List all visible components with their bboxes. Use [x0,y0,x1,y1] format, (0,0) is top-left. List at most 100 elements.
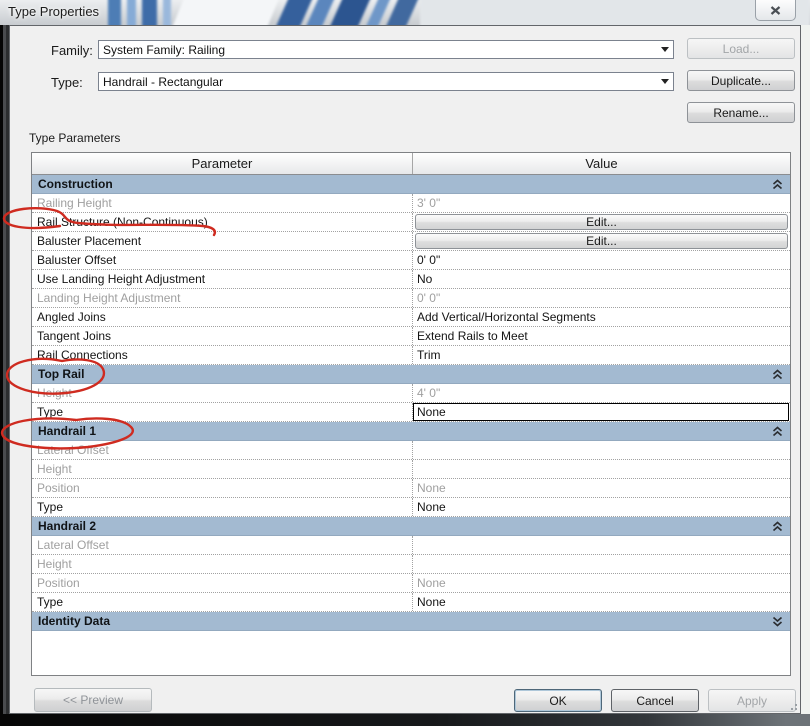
background-edge-bottom [0,714,810,726]
table-row-handrail-1-type: Type None [32,498,790,517]
family-dropdown[interactable]: System Family: Railing [98,40,674,59]
value-text: None [417,595,446,609]
parameter-name: Rail Structure (Non-Continuous) [37,215,208,229]
window-title: Type Properties [8,4,100,19]
edit-button-rail-structure-non-continuous[interactable]: Edit... [415,214,788,230]
table-row-construction-tangent-joins: Tangent Joins Extend Rails to Meet [32,327,790,346]
titlebar: Type Properties [0,0,810,25]
preview-button[interactable]: << Preview [34,688,152,712]
value-text: 0' 0" [417,253,441,267]
table-row-top-rail-height: Height 4' 0" [32,384,790,403]
parameter-table: Parameter Value Construction Railing Heig… [31,152,791,676]
value-text: Add Vertical/Horizontal Segments [417,310,596,324]
parameter-name: Position [37,481,80,495]
parameter-value-tangent-joins[interactable]: Extend Rails to Meet [412,327,790,345]
parameter-value-use-landing-height-adjustment[interactable]: No [412,270,790,288]
type-dropdown[interactable]: Handrail - Rectangular [98,72,674,91]
edit-button-baluster-placement[interactable]: Edit... [415,233,788,249]
section-header-handrail-2[interactable]: Handrail 2 [32,517,790,536]
ok-button[interactable]: OK [514,689,602,712]
parameter-name: Type [37,405,64,419]
section-header-top-rail[interactable]: Top Rail [32,365,790,384]
section-title: Identity Data [38,614,111,628]
section-header-construction[interactable]: Construction [32,175,790,194]
chevron-up-double-icon [772,369,783,380]
background-edge-left [0,25,9,714]
value-text: 4' 0" [417,386,441,400]
close-icon [770,5,781,15]
section-title: Construction [38,177,113,191]
duplicate-button[interactable]: Duplicate... [687,70,795,91]
parameter-name: Lateral Offset [37,538,109,552]
value-text: None [417,500,446,514]
parameter-value-type[interactable]: None [412,403,790,421]
column-header-parameter: Parameter [191,156,253,171]
parameter-value-lateral-offset [412,441,790,459]
parameter-value-type[interactable]: None [412,593,790,611]
parameter-name: Tangent Joins [37,329,112,343]
parameter-name: Railing Height [37,196,112,210]
table-row-handrail-1-lateral-offset: Lateral Offset [32,441,790,460]
parameter-value-position: None [412,574,790,592]
parameter-value-landing-height-adjustment: 0' 0" [412,289,790,307]
type-parameters-caption: Type Parameters [29,131,121,145]
parameter-value-baluster-placement: Edit... [412,232,790,250]
parameter-value-baluster-offset[interactable]: 0' 0" [412,251,790,269]
section-header-identity-data[interactable]: Identity Data [32,612,790,631]
value-text: None [417,481,446,495]
parameter-value-rail-connections[interactable]: Trim [412,346,790,364]
cancel-button[interactable]: Cancel [611,689,699,712]
table-row-construction-landing-height-adjustment: Landing Height Adjustment 0' 0" [32,289,790,308]
table-header-row: Parameter Value [32,153,790,175]
type-label: Type: [51,75,83,90]
section-title: Handrail 1 [38,424,97,438]
family-label: Family: [51,43,93,58]
parameter-name: Landing Height Adjustment [37,291,181,305]
value-text: No [417,272,433,286]
parameter-value-railing-height: 3' 0" [412,194,790,212]
parameter-value-height: 4' 0" [412,384,790,402]
table-row-handrail-2-type: Type None [32,593,790,612]
table-row-construction-angled-joins: Angled Joins Add Vertical/Horizontal Segm… [32,308,790,327]
parameter-name: Lateral Offset [37,443,109,457]
background-window-art [0,0,810,25]
parameter-value-height [412,555,790,573]
table-row-construction-railing-height: Railing Height 3' 0" [32,194,790,213]
parameter-name: Position [37,576,80,590]
table-row-handrail-1-position: Position None [32,479,790,498]
parameter-name: Baluster Placement [37,234,142,248]
family-dropdown-value: System Family: Railing [103,42,226,57]
chevron-up-double-icon [772,521,783,532]
value-text: None [417,576,446,590]
apply-button[interactable]: Apply [708,689,796,712]
background-edge-right [801,25,810,714]
table-row-handrail-2-position: Position None [32,574,790,593]
value-text: 0' 0" [417,291,441,305]
parameter-name: Height [37,462,72,476]
parameter-name: Height [37,386,72,400]
rename-button[interactable]: Rename... [687,102,795,123]
family-dropdown-arrow-icon [656,41,673,58]
value-text: Extend Rails to Meet [417,329,528,343]
table-empty-area [32,631,790,675]
parameter-value-height [412,460,790,478]
parameter-value-type[interactable]: None [412,498,790,516]
resize-grip[interactable] [789,702,797,710]
parameter-name: Use Landing Height Adjustment [37,272,206,286]
parameter-value-lateral-offset [412,536,790,554]
table-row-construction-baluster-placement: Baluster Placement Edit... [32,232,790,251]
load-button[interactable]: Load... [687,38,795,59]
table-row-construction-use-landing-height-adjustment: Use Landing Height Adjustment No [32,270,790,289]
parameter-name: Height [37,557,72,571]
parameter-name: Baluster Offset [37,253,117,267]
value-text: 3' 0" [417,196,441,210]
parameter-value-angled-joins[interactable]: Add Vertical/Horizontal Segments [412,308,790,326]
section-header-handrail-1[interactable]: Handrail 1 [32,422,790,441]
close-button[interactable] [755,0,796,21]
table-row-handrail-1-height: Height [32,460,790,479]
type-dropdown-value: Handrail - Rectangular [103,74,224,89]
chevron-down-double-icon [772,616,783,627]
parameter-name: Rail Connections [37,348,128,362]
section-title: Top Rail [38,367,85,381]
column-header-value: Value [412,153,790,174]
